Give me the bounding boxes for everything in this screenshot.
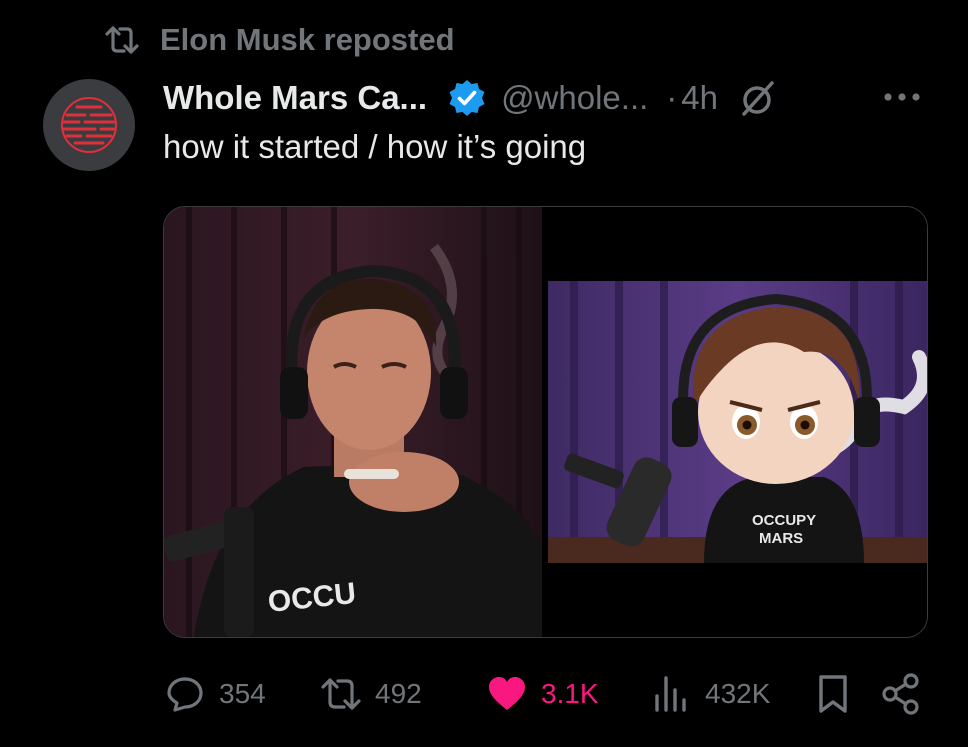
reply-icon xyxy=(167,677,203,712)
separator-dot: · xyxy=(666,79,678,116)
media-image-right[interactable]: OCCUPY MARS xyxy=(548,207,927,637)
repost-button[interactable]: 492 xyxy=(319,668,422,720)
action-bar: 354 492 3.1K 432K xyxy=(163,668,923,720)
more-icon[interactable] xyxy=(880,82,924,112)
repost-indicator[interactable]: Elon Musk reposted xyxy=(104,22,455,58)
like-button[interactable]: 3.1K xyxy=(485,668,599,720)
bookmark-button[interactable] xyxy=(811,668,855,720)
handle[interactable]: @whole... xyxy=(501,79,648,117)
share-button[interactable] xyxy=(879,668,923,720)
media-grid: OCCU OCCUPY MARS xyxy=(163,206,928,638)
reply-count: 354 xyxy=(219,678,266,709)
reply-button[interactable]: 354 xyxy=(163,668,266,720)
repost-icon xyxy=(105,26,139,54)
right-shirt-line2: MARS xyxy=(759,530,803,547)
repost-count: 492 xyxy=(375,678,422,709)
like-icon xyxy=(489,677,525,710)
grok-icon[interactable] xyxy=(738,78,778,118)
avatar[interactable] xyxy=(43,79,135,171)
bookmark-icon xyxy=(819,675,847,713)
views-count: 432K xyxy=(705,678,771,709)
verified-badge-icon[interactable] xyxy=(447,78,487,118)
views-icon xyxy=(655,676,686,712)
share-icon xyxy=(882,673,919,715)
like-count: 3.1K xyxy=(541,678,599,709)
tweet-header: Whole Mars Ca... @whole... · 4h xyxy=(163,74,778,122)
mars-logo-icon xyxy=(61,97,117,153)
tweet-text: how it started / how it’s going xyxy=(163,128,587,165)
repost-label: Elon Musk reposted xyxy=(160,22,455,57)
display-name[interactable]: Whole Mars Ca... xyxy=(163,79,427,117)
repost-icon xyxy=(321,678,361,710)
timestamp[interactable]: 4h xyxy=(681,79,718,117)
media-image-left[interactable]: OCCU xyxy=(164,207,542,637)
right-shirt-line1: OCCUPY xyxy=(752,512,816,529)
views-button[interactable]: 432K xyxy=(649,668,770,720)
